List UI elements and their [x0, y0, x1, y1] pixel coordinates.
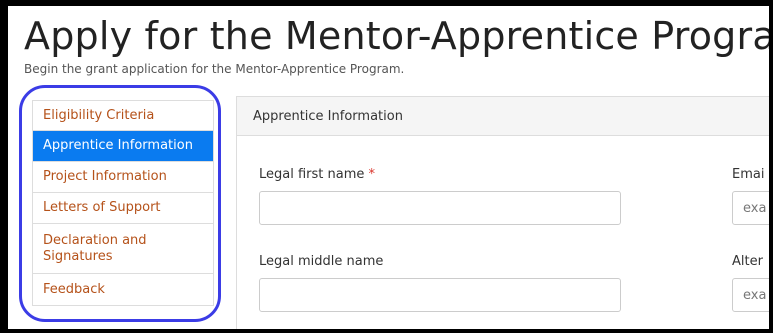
legal-first-name-input[interactable]	[259, 191, 621, 225]
page-title: Apply for the Mentor-Apprentice Program	[24, 14, 769, 58]
legal-middle-name-label: Legal middle name	[259, 254, 384, 269]
page-subtitle: Begin the grant application for the Ment…	[24, 62, 405, 76]
sidebar-item-apprentice-information[interactable]: Apprentice Information	[33, 131, 213, 162]
sidebar-item-feedback[interactable]: Feedback	[33, 274, 213, 305]
legal-first-name-label-text: Legal first name	[259, 167, 365, 182]
sidebar-item-eligibility-criteria[interactable]: Eligibility Criteria	[33, 101, 213, 131]
legal-middle-name-input[interactable]	[259, 278, 621, 312]
legal-first-name-label: Legal first name *	[259, 167, 375, 182]
sidebar-nav: Eligibility Criteria Apprentice Informat…	[32, 100, 214, 306]
email-input[interactable]	[732, 191, 769, 225]
email-label: Emai	[732, 167, 765, 182]
alternate-label: Alter	[732, 254, 763, 269]
alternate-input[interactable]	[732, 278, 769, 312]
required-asterisk: *	[368, 167, 376, 182]
apprentice-information-panel: Apprentice Information Legal first name …	[236, 96, 769, 329]
sidebar-item-project-information[interactable]: Project Information	[33, 162, 213, 193]
sidebar-item-letters-of-support[interactable]: Letters of Support	[33, 193, 213, 224]
panel-header: Apprentice Information	[237, 97, 769, 136]
sidebar-item-declaration-and-signatures[interactable]: Declaration and Signatures	[33, 224, 213, 274]
screenshot-frame: Apply for the Mentor-Apprentice Program …	[8, 6, 769, 329]
